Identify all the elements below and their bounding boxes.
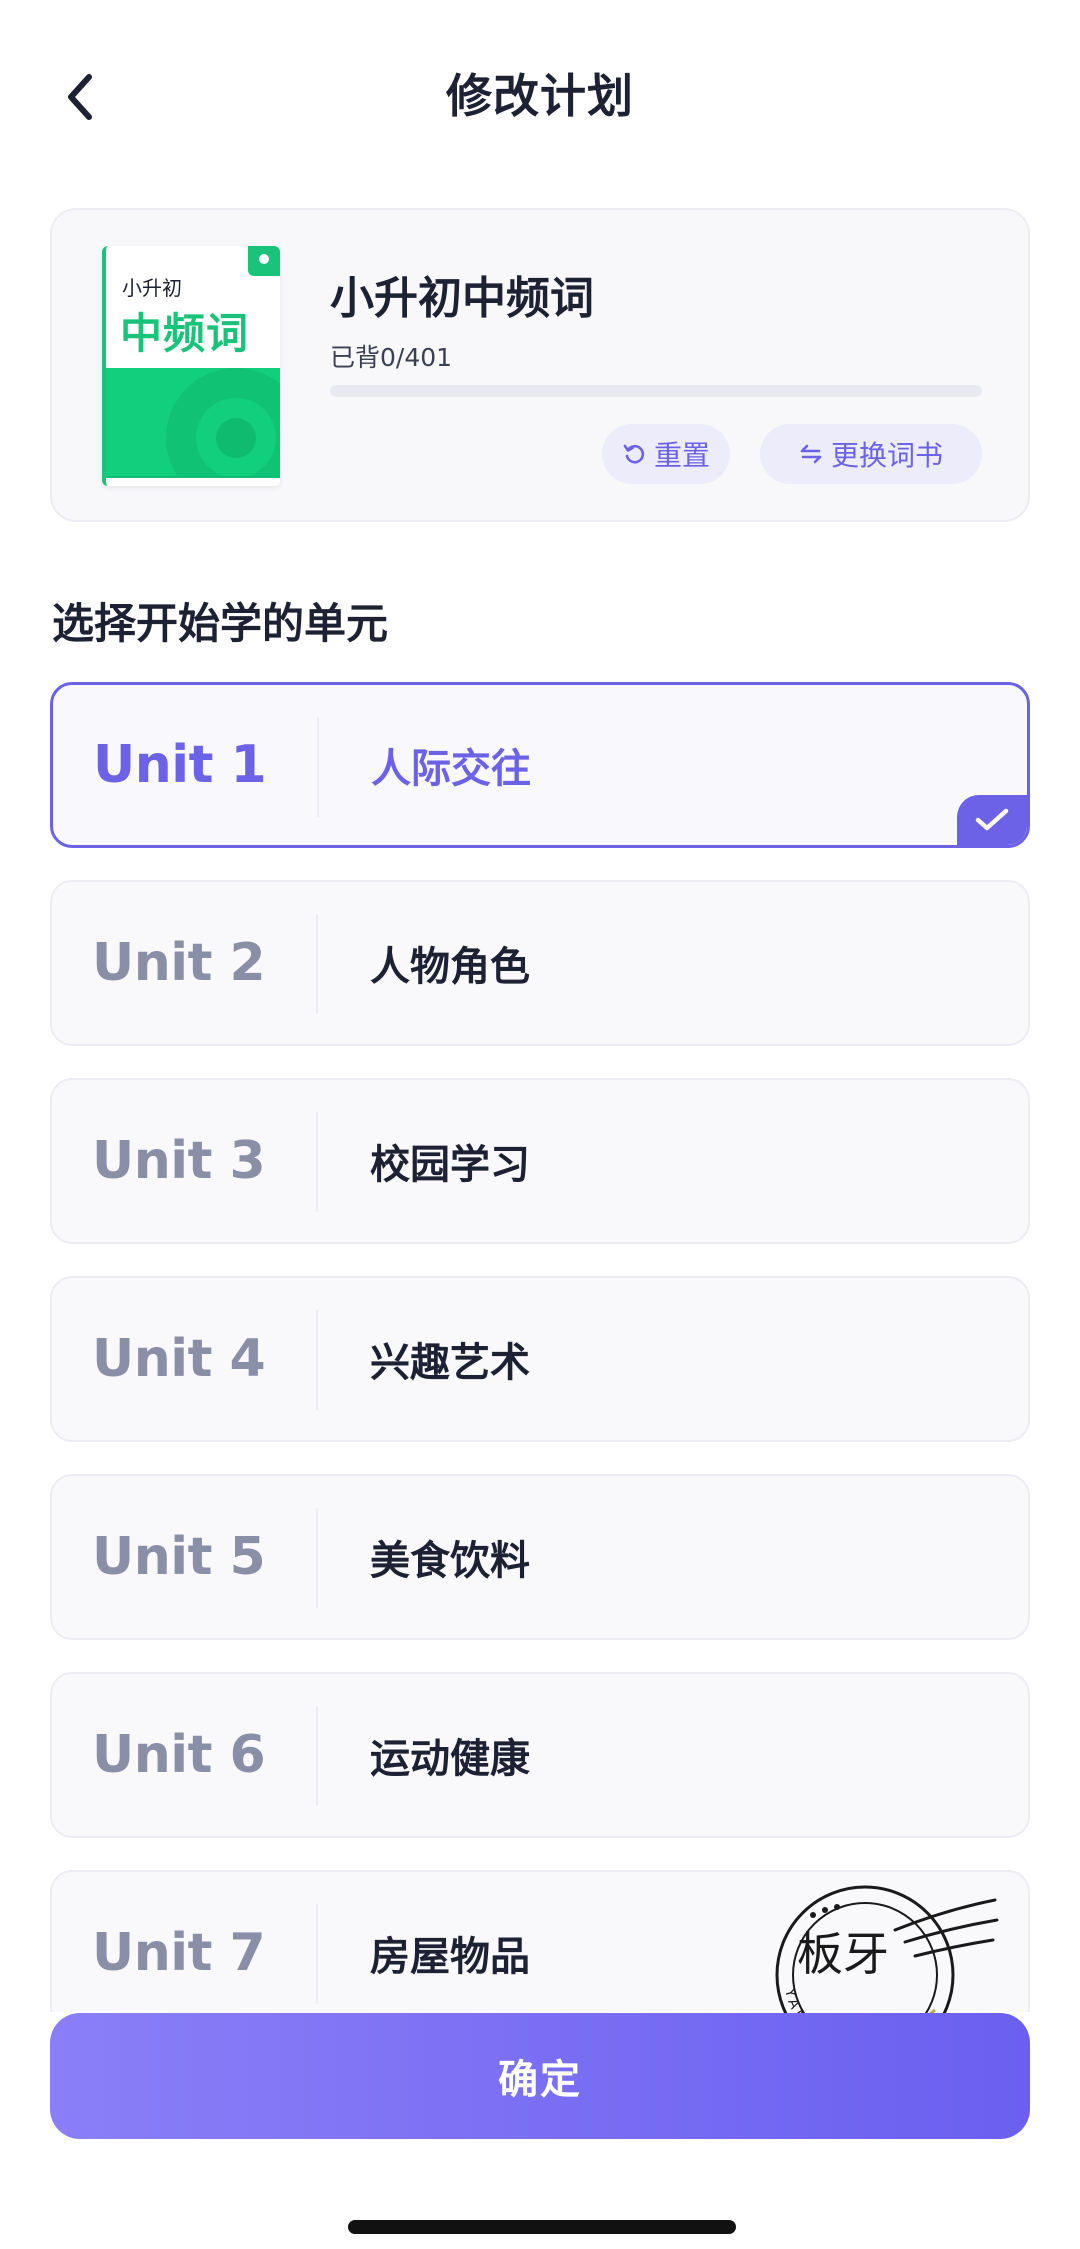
page-title: 修改计划 <box>446 69 634 123</box>
home-indicator <box>348 2220 736 2234</box>
unit-number: Unit 1 <box>93 735 267 795</box>
unit-divider <box>316 1508 318 1608</box>
unit-divider <box>316 1904 318 2004</box>
unit-number: Unit 6 <box>92 1725 266 1785</box>
book-card: 小升初 中频词 小升初中频词 已背0/401 重置 更换词书 <box>50 208 1030 522</box>
unit-name: 兴趣艺术 <box>370 1340 530 1386</box>
unit-card-1[interactable]: Unit 1 人际交往 <box>50 682 1030 848</box>
progress-bar <box>330 385 982 397</box>
cover-tag-icon <box>248 246 280 276</box>
unit-divider <box>316 1310 318 1410</box>
book-progress-text: 已背0/401 <box>330 343 453 372</box>
unit-divider <box>316 1112 318 1212</box>
book-name: 小升初中频词 <box>330 273 594 324</box>
unit-card-7[interactable]: Unit 7 房屋物品 <box>50 1870 1030 2012</box>
unit-card-4[interactable]: Unit 4 兴趣艺术 <box>50 1276 1030 1442</box>
unit-number: Unit 7 <box>92 1923 266 1983</box>
unit-name: 人物角色 <box>370 944 530 990</box>
change-book-label: 更换词书 <box>830 439 943 472</box>
unit-divider <box>317 717 319 817</box>
confirm-button[interactable]: 确定 <box>50 2013 1030 2139</box>
refresh-icon <box>623 444 645 464</box>
book-cover: 小升初 中频词 <box>102 246 280 486</box>
reset-label: 重置 <box>653 439 710 472</box>
reset-button[interactable]: 重置 <box>602 424 730 484</box>
edit-plan-screen: 修改计划 小升初 中频词 小升初中频词 已背0/401 重置 更换词书 选择开始… <box>0 0 1080 2249</box>
unit-divider <box>316 1706 318 1806</box>
unit-card-5[interactable]: Unit 5 美食饮料 <box>50 1474 1030 1640</box>
unit-number: Unit 4 <box>92 1329 266 1389</box>
unit-name: 人际交往 <box>371 746 531 792</box>
unit-name: 美食饮料 <box>370 1538 530 1584</box>
unit-name: 校园学习 <box>370 1142 530 1188</box>
section-title: 选择开始学的单元 <box>52 599 389 648</box>
checkmark-icon <box>975 808 1009 831</box>
unit-list[interactable]: Unit 1 人际交往 Unit 2 人物角色 Unit 3 校园学习 Unit… <box>0 682 1080 2012</box>
unit-name: 运动健康 <box>370 1736 530 1782</box>
unit-divider <box>316 914 318 1014</box>
cover-subtitle: 小升初 <box>122 276 182 300</box>
unit-card-6[interactable]: Unit 6 运动健康 <box>50 1672 1030 1838</box>
change-book-button[interactable]: 更换词书 <box>760 424 982 484</box>
cover-graphic <box>106 368 280 476</box>
swap-icon <box>800 444 822 464</box>
selected-check-badge <box>957 795 1027 845</box>
unit-card-2[interactable]: Unit 2 人物角色 <box>50 880 1030 1046</box>
unit-number: Unit 5 <box>92 1527 266 1587</box>
unit-name: 房屋物品 <box>370 1934 530 1980</box>
unit-number: Unit 3 <box>92 1131 266 1191</box>
unit-number: Unit 2 <box>92 933 266 993</box>
cover-title: 中频词 <box>120 309 250 358</box>
unit-card-3[interactable]: Unit 3 校园学习 <box>50 1078 1030 1244</box>
